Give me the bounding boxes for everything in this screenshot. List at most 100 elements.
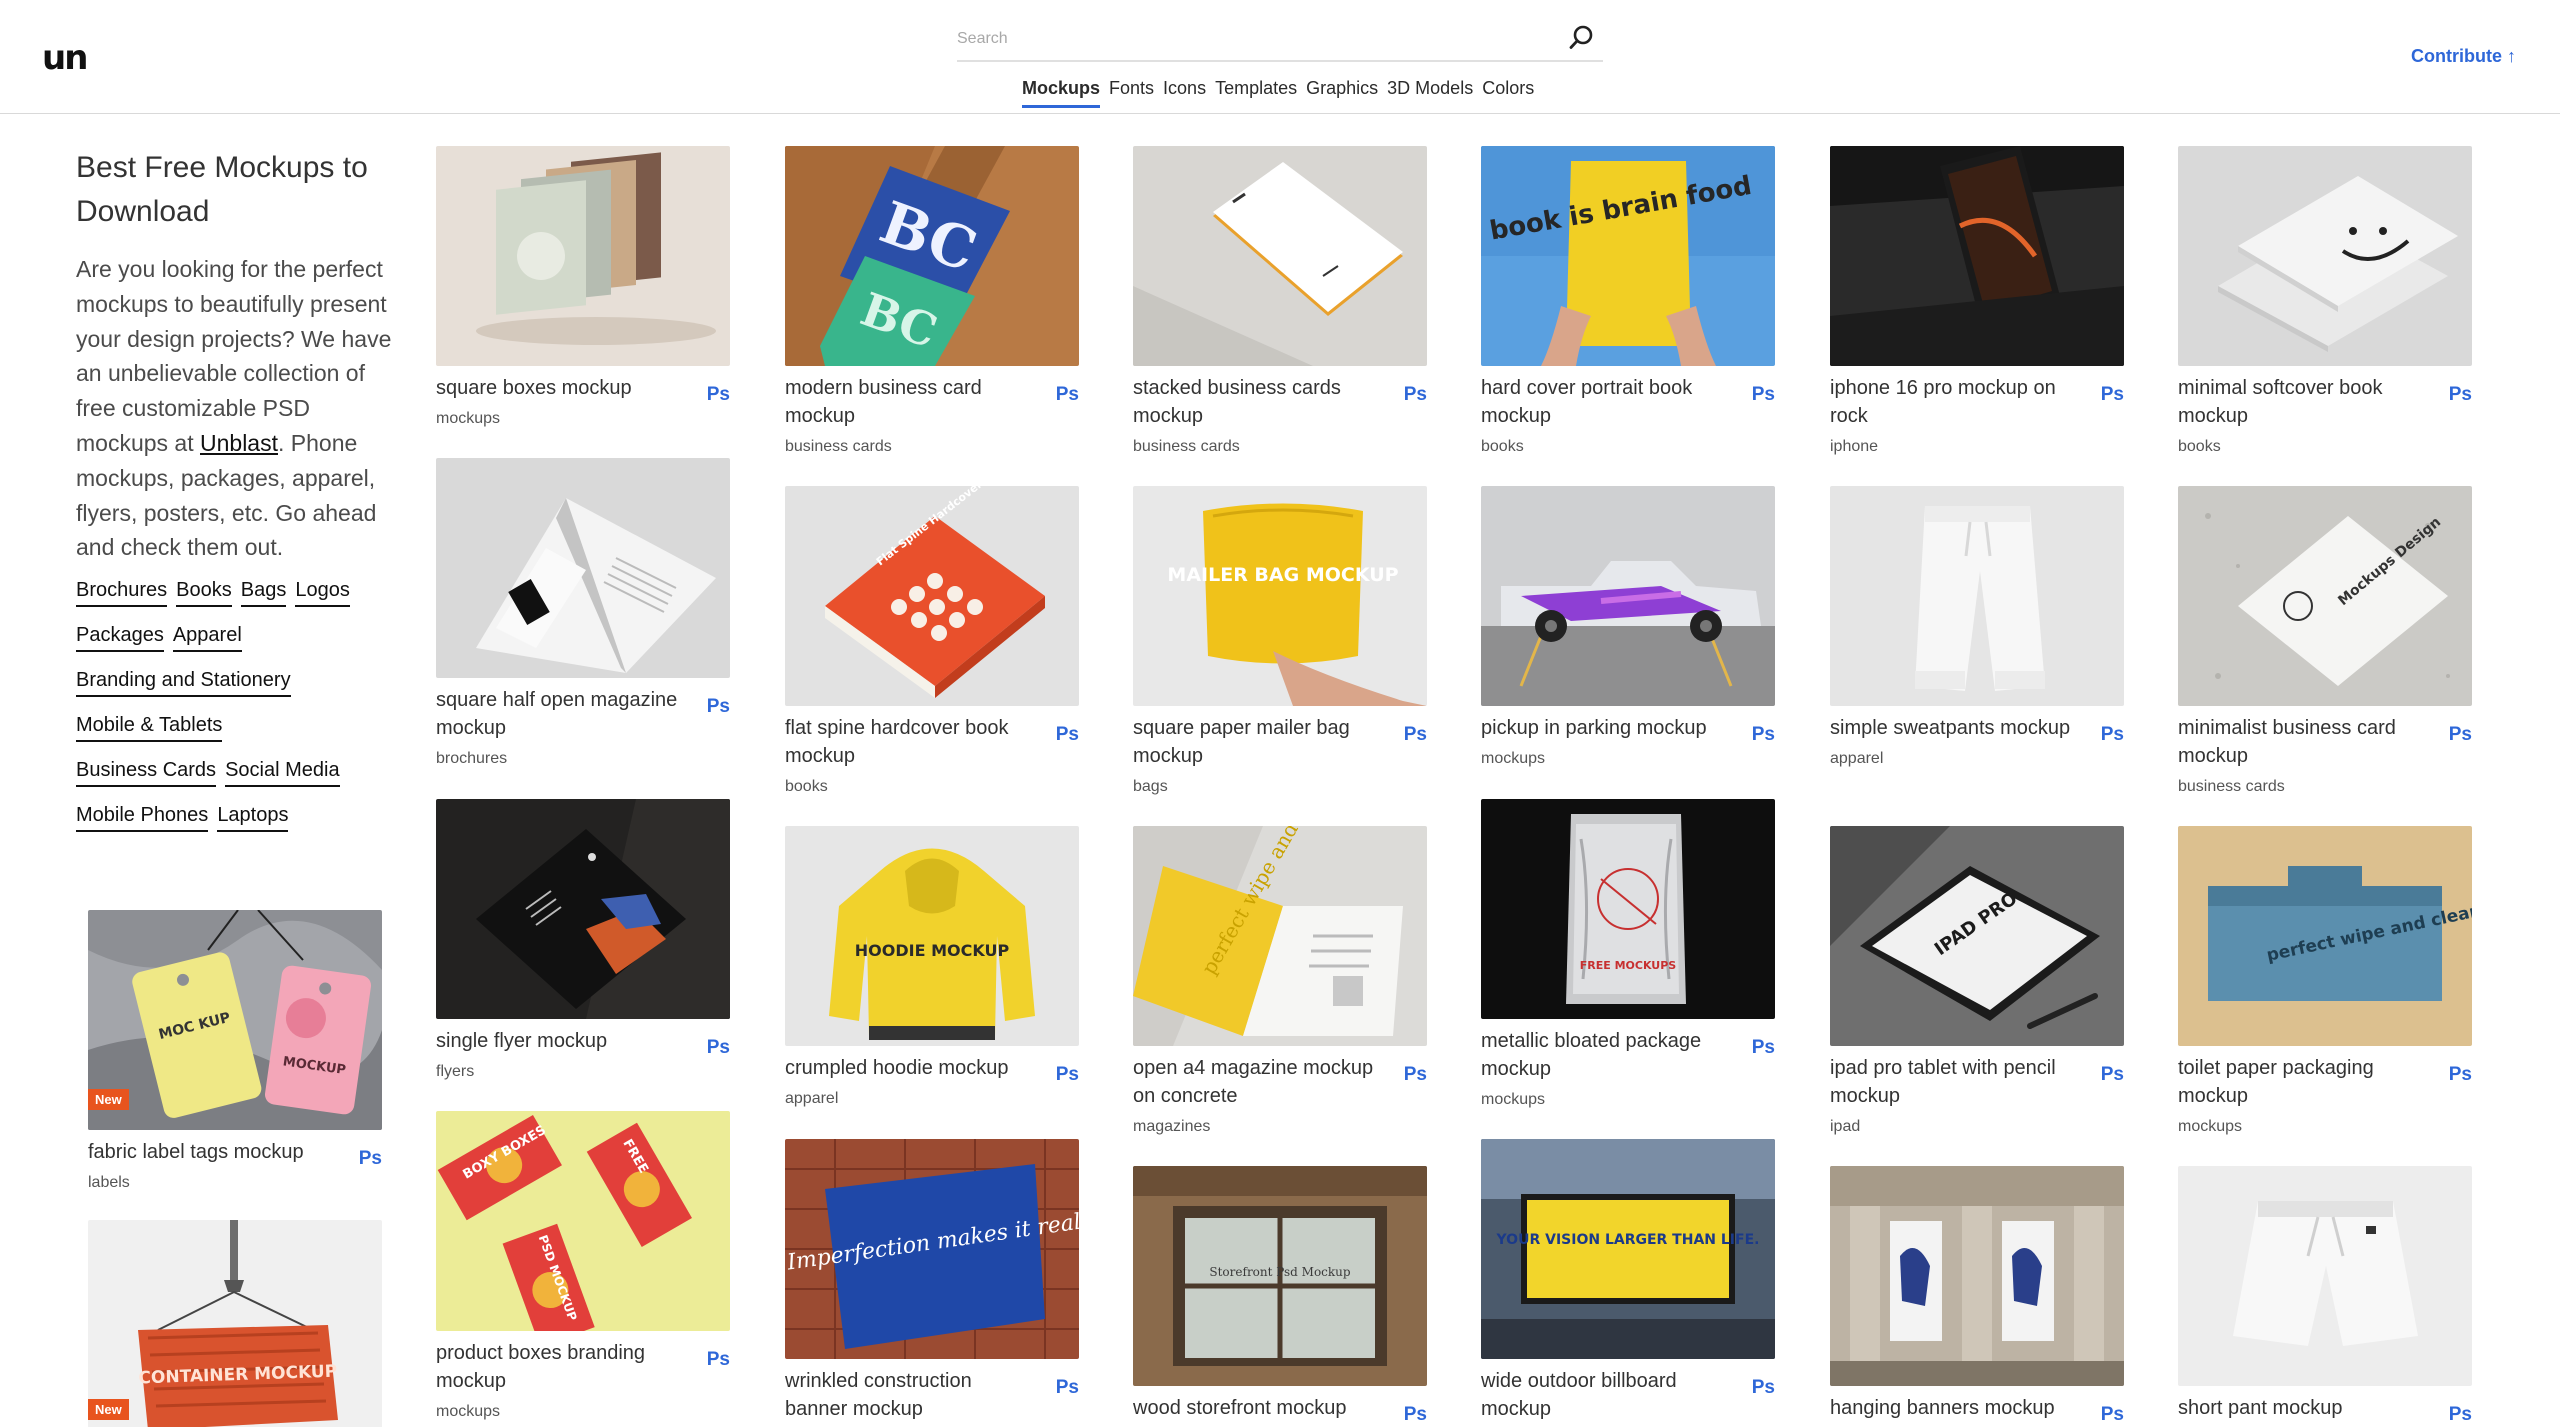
card-thumbnail[interactable]: Mockups Design bbox=[2178, 486, 2472, 706]
card-thumbnail[interactable] bbox=[1830, 1166, 2124, 1386]
card-thumbnail[interactable]: Flat Spine Hardcover Book Mockup bbox=[785, 486, 1079, 706]
card-thumbnail[interactable]: book is brain food bbox=[1481, 146, 1775, 366]
tag-mobile-phones[interactable]: Mobile Phones bbox=[76, 804, 209, 833]
card-title[interactable]: wood storefront mockup bbox=[1133, 1394, 1387, 1422]
card-category[interactable]: business cards bbox=[2178, 776, 2432, 798]
card-category[interactable]: mockups bbox=[436, 408, 690, 430]
card-title[interactable]: square paper mailer bag mockup bbox=[1133, 714, 1387, 770]
tag-branding-stationery[interactable]: Branding and Stationery bbox=[76, 669, 291, 698]
card-thumbnail[interactable] bbox=[1830, 486, 2124, 706]
card-title[interactable]: metallic bloated package mockup bbox=[1481, 1027, 1735, 1083]
card-thumbnail[interactable]: YOUR VISION LARGER THAN LIFE. bbox=[1481, 1139, 1775, 1359]
card-category[interactable]: flyers bbox=[436, 1061, 690, 1083]
card-thumbnail[interactable]: perfect wipe and clean bbox=[2178, 826, 2472, 1046]
card-thumbnail[interactable] bbox=[1133, 146, 1427, 366]
tag-brochures[interactable]: Brochures bbox=[76, 579, 168, 608]
card-thumbnail[interactable]: IPAD PRO bbox=[1830, 826, 2124, 1046]
card-title[interactable]: iphone 16 pro mockup on rock bbox=[1830, 374, 2084, 430]
card-category[interactable]: mockups bbox=[1481, 748, 1735, 770]
card-thumbnail[interactable]: Imperfection makes it real bbox=[785, 1139, 1079, 1359]
nav-colors[interactable]: Colors bbox=[1482, 78, 1534, 108]
card-title[interactable]: crumpled hoodie mockup bbox=[785, 1054, 1039, 1082]
card-thumbnail[interactable]: MOC KUP MOCKUP New bbox=[88, 910, 382, 1130]
card-title[interactable]: wrinkled construction banner mockup bbox=[785, 1367, 1039, 1423]
card-thumbnail[interactable]: FREE MOCKUPS bbox=[1481, 799, 1775, 1019]
card-category[interactable]: books bbox=[2178, 436, 2432, 458]
card-title[interactable]: stacked business cards mockup bbox=[1133, 374, 1387, 430]
nav-graphics[interactable]: Graphics bbox=[1306, 78, 1378, 108]
tag-laptops[interactable]: Laptops bbox=[217, 804, 289, 833]
card-category[interactable]: brochures bbox=[436, 748, 690, 770]
card-meta: wood storefront mockup Ps bbox=[1133, 1394, 1427, 1425]
card-category[interactable]: bags bbox=[1133, 776, 1387, 798]
card-category[interactable]: books bbox=[785, 776, 1039, 798]
card-title[interactable]: modern business card mockup bbox=[785, 374, 1039, 430]
card-thumbnail[interactable] bbox=[1830, 146, 2124, 366]
card-category[interactable]: business cards bbox=[785, 436, 1039, 458]
card-title[interactable]: wide outdoor billboard mockup bbox=[1481, 1367, 1735, 1423]
card-thumbnail[interactable] bbox=[2178, 1166, 2472, 1386]
mockup-card: minimal softcover book mockup books Ps bbox=[2178, 146, 2472, 458]
tag-bags[interactable]: Bags bbox=[240, 579, 287, 608]
card-title[interactable]: toilet paper packaging mockup bbox=[2178, 1054, 2432, 1110]
card-category[interactable]: ipad bbox=[1830, 1116, 2084, 1138]
card-title[interactable]: square boxes mockup bbox=[436, 374, 690, 402]
card-category[interactable]: books bbox=[1481, 436, 1735, 458]
card-title[interactable]: flat spine hardcover book mockup bbox=[785, 714, 1039, 770]
tag-apparel[interactable]: Apparel bbox=[172, 624, 242, 653]
card-thumbnail[interactable] bbox=[436, 458, 730, 678]
search-input[interactable] bbox=[957, 24, 1517, 54]
nav-3d-models[interactable]: 3D Models bbox=[1387, 78, 1473, 108]
card-title[interactable]: hard cover portrait book mockup bbox=[1481, 374, 1735, 430]
card-title[interactable]: short pant mockup bbox=[2178, 1394, 2432, 1422]
tag-social-media[interactable]: Social Media bbox=[225, 759, 340, 788]
card-thumbnail[interactable]: HOODIE MOCKUP bbox=[785, 826, 1079, 1046]
search-button[interactable] bbox=[1559, 20, 1603, 56]
card-category[interactable]: labels bbox=[88, 1172, 342, 1194]
unblast-logo[interactable]: un bbox=[42, 38, 88, 78]
card-title[interactable]: minimalist business card mockup bbox=[2178, 714, 2432, 770]
card-thumbnail[interactable]: Storefront Psd Mockup bbox=[1133, 1166, 1427, 1386]
card-thumbnail[interactable] bbox=[1481, 486, 1775, 706]
card-title[interactable]: hanging banners mockup bbox=[1830, 1394, 2084, 1422]
card-thumbnail[interactable]: BOXY BOXES FREE PSD MOCKUP bbox=[436, 1111, 730, 1331]
card-title[interactable]: product boxes branding mockup bbox=[436, 1339, 690, 1395]
card-thumbnail[interactable]: perfect wipe and clean bbox=[1133, 826, 1427, 1046]
card-category[interactable]: apparel bbox=[1830, 748, 2084, 770]
card-title[interactable]: simple sweatpants mockup bbox=[1830, 714, 2084, 742]
nav-templates[interactable]: Templates bbox=[1215, 78, 1297, 108]
card-category[interactable]: mockups bbox=[436, 1401, 690, 1423]
card-category[interactable]: magazines bbox=[1133, 1116, 1387, 1138]
card-thumbnail[interactable] bbox=[436, 146, 730, 366]
card-thumbnail[interactable] bbox=[2178, 146, 2472, 366]
card-meta: crumpled hoodie mockup apparel Ps bbox=[785, 1054, 1079, 1110]
card-category[interactable]: business cards bbox=[1133, 436, 1387, 458]
card-thumbnail[interactable]: CONTAINER MOCKUP New bbox=[88, 1220, 382, 1427]
tag-packages[interactable]: Packages bbox=[76, 624, 164, 653]
contribute-link[interactable]: Contribute ↑ bbox=[2411, 46, 2516, 67]
tag-mobile-tablets[interactable]: Mobile & Tablets bbox=[76, 714, 223, 743]
nav-fonts[interactable]: Fonts bbox=[1109, 78, 1154, 108]
card-category[interactable]: mockups bbox=[2178, 1116, 2432, 1138]
card-title[interactable]: minimal softcover book mockup bbox=[2178, 374, 2432, 430]
tag-logos[interactable]: Logos bbox=[295, 579, 350, 608]
card-title[interactable]: ipad pro tablet with pencil mockup bbox=[1830, 1054, 2084, 1110]
tag-books[interactable]: Books bbox=[176, 579, 232, 608]
card-title[interactable]: pickup in parking mockup bbox=[1481, 714, 1735, 742]
card-thumbnail[interactable]: MAILER BAG MOCKUP bbox=[1133, 486, 1427, 706]
card-title[interactable]: fabric label tags mockup bbox=[88, 1138, 342, 1166]
card-category[interactable]: mockups bbox=[1481, 1089, 1735, 1111]
card-title[interactable]: square half open magazine mockup bbox=[436, 686, 690, 742]
tag-business-cards[interactable]: Business Cards bbox=[76, 759, 217, 788]
nav-icons[interactable]: Icons bbox=[1163, 78, 1206, 108]
card-category[interactable]: iphone bbox=[1830, 436, 2084, 458]
tag-row: Mobile & Tablets bbox=[76, 714, 396, 759]
card-category[interactable]: apparel bbox=[785, 1088, 1039, 1110]
nav-mockups[interactable]: Mockups bbox=[1022, 78, 1101, 108]
unblast-link[interactable]: Unblast bbox=[200, 430, 278, 456]
card-title[interactable]: open a4 magazine mockup on concrete bbox=[1133, 1054, 1387, 1110]
card-title[interactable]: single flyer mockup bbox=[436, 1027, 690, 1055]
hoodie-image: HOODIE MOCKUP bbox=[785, 826, 1079, 1046]
card-thumbnail[interactable]: BC BC bbox=[785, 146, 1079, 366]
card-thumbnail[interactable] bbox=[436, 799, 730, 1019]
